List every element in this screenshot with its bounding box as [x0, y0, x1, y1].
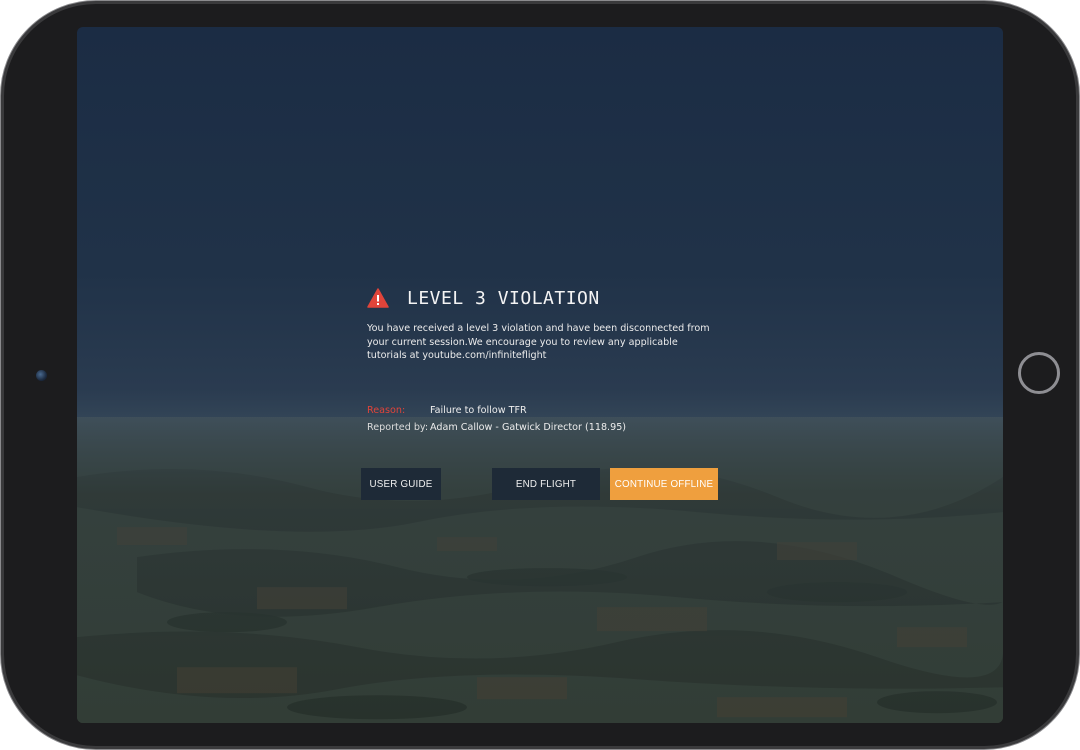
user-guide-button[interactable]: USER GUIDE: [361, 468, 441, 500]
tablet-frame: LEVEL 3 VIOLATION You have received a le…: [0, 0, 1080, 750]
reported-by-label: Reported by:: [367, 422, 429, 433]
reported-by-value: Adam Callow - Gatwick Director (118.95): [430, 422, 627, 433]
reported-by-row: Reported by: Adam Callow - Gatwick Direct…: [367, 422, 626, 434]
front-camera: [36, 370, 47, 381]
dialog-header: LEVEL 3 VIOLATION: [367, 285, 600, 311]
end-flight-button[interactable]: END FLIGHT: [492, 468, 600, 500]
dialog-message: You have received a level 3 violation an…: [367, 323, 710, 361]
warning-triangle-icon: [367, 288, 389, 308]
terrain-background: [77, 416, 1003, 723]
reason-value: Failure to follow TFR: [430, 405, 527, 416]
screen: LEVEL 3 VIOLATION You have received a le…: [77, 27, 1003, 723]
reason-row: Reason: Failure to follow TFR: [367, 405, 527, 417]
continue-offline-button[interactable]: CONTINUE OFFLINE: [610, 468, 718, 500]
dialog-title: LEVEL 3 VIOLATION: [407, 287, 600, 309]
home-button[interactable]: [1018, 352, 1060, 394]
reason-label: Reason:: [367, 405, 406, 416]
